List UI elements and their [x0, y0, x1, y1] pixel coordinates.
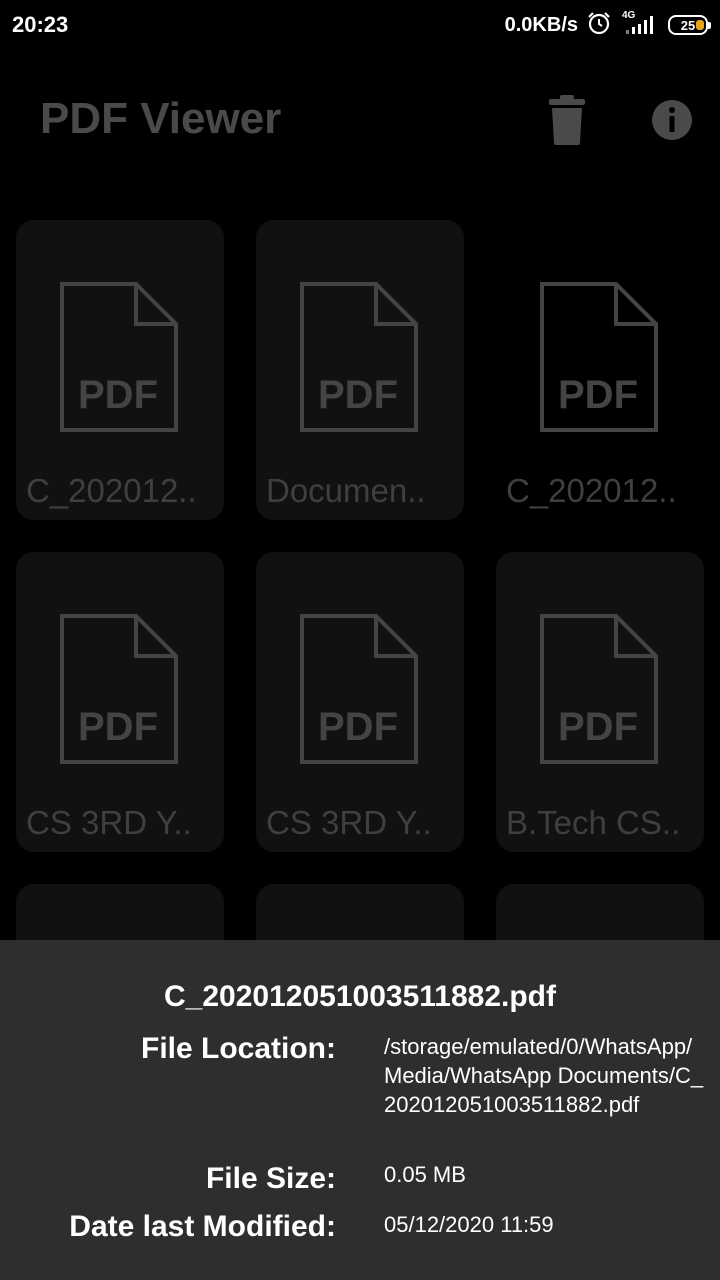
pdf-file-icon: PDF: [540, 614, 658, 764]
trash-icon: [549, 95, 585, 145]
svg-text:PDF: PDF: [558, 705, 638, 749]
pdf-file-icon: PDF: [60, 614, 178, 764]
alarm-icon: [586, 10, 612, 41]
info-icon: [652, 100, 692, 140]
screen: 20:23 0.0KB/s 4G 25 PDF Viewer PDF C_202…: [0, 0, 720, 1280]
location-value: /storage/emulated/0/WhatsApp/Media/Whats…: [384, 1034, 704, 1117]
info-button[interactable]: [646, 94, 698, 146]
svg-text:PDF: PDF: [78, 705, 158, 749]
location-label: File Location:: [141, 1032, 336, 1065]
battery-level: 25: [680, 17, 696, 33]
svg-text:PDF: PDF: [318, 705, 398, 749]
file-details-sheet: C_20201205100351188​2.pdf File Location:…: [0, 940, 720, 1280]
file-card[interactable]: PDF Documen..: [256, 220, 464, 520]
app-title: PDF Viewer: [40, 94, 282, 143]
file-name: C_202012..: [506, 472, 677, 509]
modified-label: Date last Modified:: [69, 1210, 336, 1243]
pdf-file-icon: PDF: [540, 282, 658, 432]
svg-text:PDF: PDF: [558, 373, 638, 417]
details-file-name: C_20201205100351188​2.pdf: [164, 980, 556, 1013]
svg-text:PDF: PDF: [318, 373, 398, 417]
file-card[interactable]: PDF CS 3RD Y..: [16, 552, 224, 852]
size-label: File Size:: [205, 1162, 336, 1195]
status-icons: 0.0KB/s 4G 25: [504, 10, 711, 41]
file-name: C_202012..: [26, 472, 197, 509]
pdf-file-icon: PDF: [300, 614, 418, 764]
size-value: 0.05 MB: [384, 1162, 466, 1187]
file-card[interactable]: PDF C_202012..: [496, 220, 704, 520]
battery-icon: 25: [668, 15, 711, 35]
status-bar: 20:23 0.0KB/s 4G 25: [0, 0, 720, 52]
file-name: B.Tech CS..: [506, 804, 681, 841]
file-card[interactable]: PDF CS 3RD Y..: [256, 552, 464, 852]
signal-icon: 4G: [620, 10, 660, 38]
pdf-file-icon: PDF: [300, 282, 418, 432]
delete-button[interactable]: [541, 94, 593, 146]
file-card[interactable]: PDF B.Tech CS..: [496, 552, 704, 852]
file-name: Documen..: [266, 472, 426, 509]
file-name: CS 3RD Y..: [266, 804, 432, 841]
pdf-file-icon: PDF: [60, 282, 178, 432]
app-bar: PDF Viewer: [0, 80, 720, 160]
svg-text:PDF: PDF: [78, 373, 158, 417]
net-speed: 0.0KB/s: [504, 13, 578, 36]
modified-value: 05/12/2020 11:59: [384, 1212, 554, 1237]
file-name: CS 3RD Y..: [26, 804, 192, 841]
status-time: 20:23: [12, 12, 69, 37]
file-card[interactable]: PDF C_202012..: [16, 220, 224, 520]
